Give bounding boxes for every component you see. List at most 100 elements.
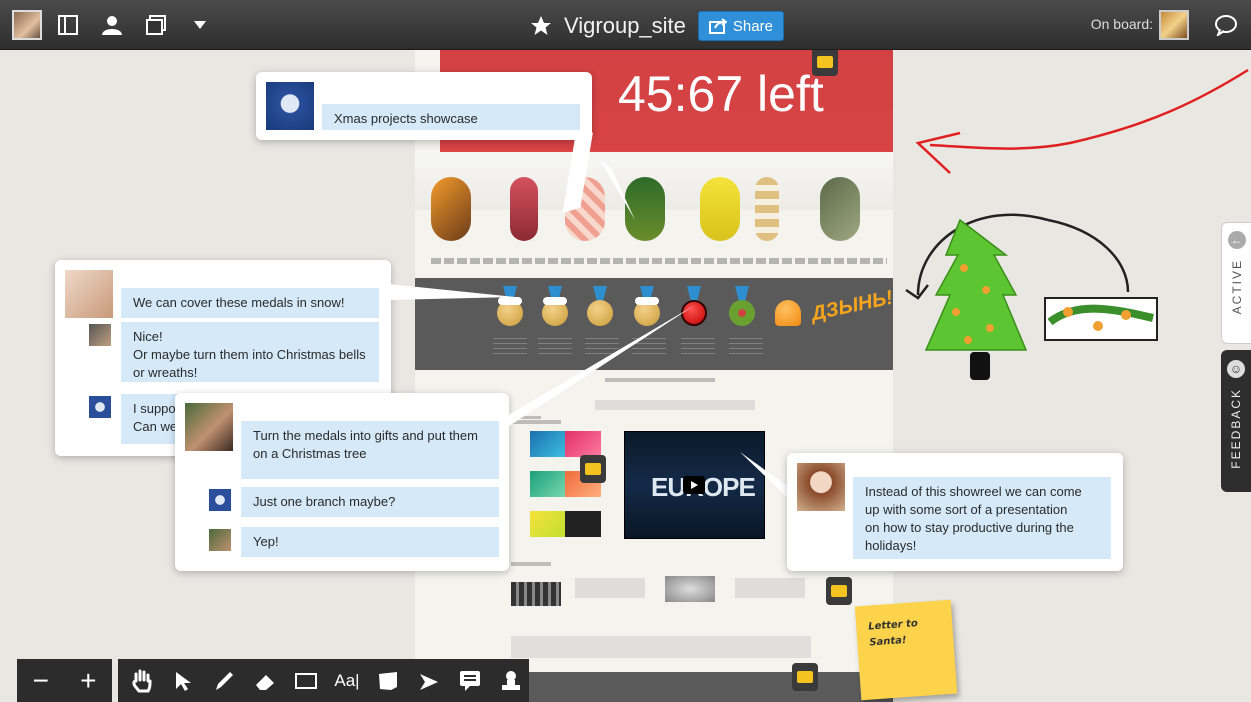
project-thumb[interactable] [530,471,566,497]
project-thumb [665,576,715,602]
medal [587,300,613,326]
online-user-avatar[interactable] [1159,10,1189,40]
stamp-icon[interactable] [494,664,528,698]
vitamin-letter-i2 [755,177,779,241]
project-thumb[interactable] [565,431,601,457]
website-mockup[interactable]: ДЗЫНЬ! EUROPE 45:67 left [415,50,893,702]
drawing-toolbar: Aa| [118,659,529,702]
section-heading [605,378,715,382]
medal-caption [681,338,715,356]
user-avatar [185,403,233,451]
snow-cap [543,297,567,305]
user-avatar [89,396,111,418]
arrow-left-icon: ← [1227,231,1246,249]
comment-message: Turn the medals into gifts and put them … [241,421,499,479]
panels-icon[interactable] [50,7,86,43]
medal-caption [538,338,572,356]
comment-pin-icon[interactable] [580,455,606,483]
sticky-note-icon[interactable] [371,664,405,698]
comment-icon[interactable] [453,664,487,698]
whiteboard-canvas[interactable]: ДЗЫНЬ! EUROPE 45:67 left [0,0,1251,702]
chat-icon[interactable] [1209,8,1243,42]
project-thumb[interactable] [530,511,566,537]
user-avatar [797,463,845,511]
text-stub [575,578,645,598]
comment-message: Just one branch maybe? [241,487,499,517]
comment-thread[interactable]: Turn the medals into gifts and put them … [175,393,509,571]
comment-message: We can cover these medals in snow! [121,288,379,318]
comment-pin-icon[interactable] [826,577,852,605]
user-avatar [89,324,111,346]
logo-row [595,400,755,410]
project-thumb[interactable] [565,511,601,537]
users-icon[interactable] [94,7,130,43]
medal-caption [632,338,666,356]
comment-thread[interactable]: Xmas projects showcase [256,72,592,140]
dropdown-icon[interactable] [182,7,218,43]
board-title: Vigroup_site [564,13,686,38]
vitamin-letter-a [625,177,665,241]
comment-message: Yep! [241,527,499,557]
user-avatar [266,82,314,130]
project-thumb[interactable] [530,431,566,457]
smiley-icon: ☺ [1227,360,1245,378]
zoom-controls: − + [17,659,112,702]
site-tagline [431,258,887,264]
comment-thread[interactable]: Instead of this showreel we can come up … [787,453,1123,571]
board-title-group: Vigroup_site Share [530,11,784,41]
play-icon[interactable] [683,476,705,494]
text-stub [735,578,805,598]
medal-caption [729,338,763,356]
on-board-label: On board: [1090,16,1153,32]
share-button[interactable]: Share [697,11,784,41]
section-heading [511,420,561,424]
medal-caption [493,338,527,356]
tab-active[interactable]: ← ACTIVE [1221,222,1251,344]
link-stub [511,416,541,419]
footer-links [511,636,811,658]
user-avatar [209,529,231,551]
hand-icon[interactable] [125,664,159,698]
user-avatar[interactable] [12,9,42,40]
medal-wreath [729,300,755,326]
rectangle-icon[interactable] [289,664,323,698]
comment-pin-icon[interactable] [792,663,818,691]
comment-message: Nice! Or maybe turn them into Christmas … [121,322,379,382]
vitamin-letter-n [820,177,860,241]
comment-pin-icon[interactable] [812,48,838,76]
showreel-video[interactable]: EUROPE [624,431,765,539]
user-avatar [209,489,231,511]
sticky-note[interactable]: Letter to Santa! [854,599,958,701]
tab-active-label: ACTIVE [1229,259,1244,315]
arrow-tool-icon[interactable] [412,664,446,698]
top-toolbar: Vigroup_site Share On board: [0,0,1251,50]
share-icon [708,18,727,34]
comment-message: Xmas projects showcase [322,104,580,130]
vitamin-letter-i [510,177,538,241]
comment-message: Instead of this showreel we can come up … [853,477,1111,559]
medal-ornament [681,300,707,326]
star-icon[interactable] [530,15,552,37]
zoom-out-button[interactable]: − [33,665,49,697]
medal-caption [585,338,619,356]
red-arrow-drawing [915,68,1249,174]
text-tool-icon[interactable]: Aa| [330,664,364,698]
share-label: Share [732,17,773,35]
zoom-in-button[interactable]: + [80,665,96,697]
vitamin-letter-v [431,177,471,241]
select-arrow-icon[interactable] [166,664,200,698]
vitamin-letter-m [700,177,740,241]
pen-icon[interactable] [207,664,241,698]
tab-feedback[interactable]: ☺ FEEDBACK [1221,350,1251,492]
images-icon[interactable] [138,7,174,43]
tab-feedback-label: FEEDBACK [1229,388,1243,469]
eraser-icon[interactable] [248,664,282,698]
timer-text: 45:67 left [618,66,824,122]
medal-bell [775,300,801,326]
user-avatar [65,270,113,318]
snow-cap [635,297,659,305]
section-heading [511,562,551,566]
snow-cap [498,297,522,305]
christmas-tree-drawing [905,213,1158,380]
project-thumb [511,582,561,606]
